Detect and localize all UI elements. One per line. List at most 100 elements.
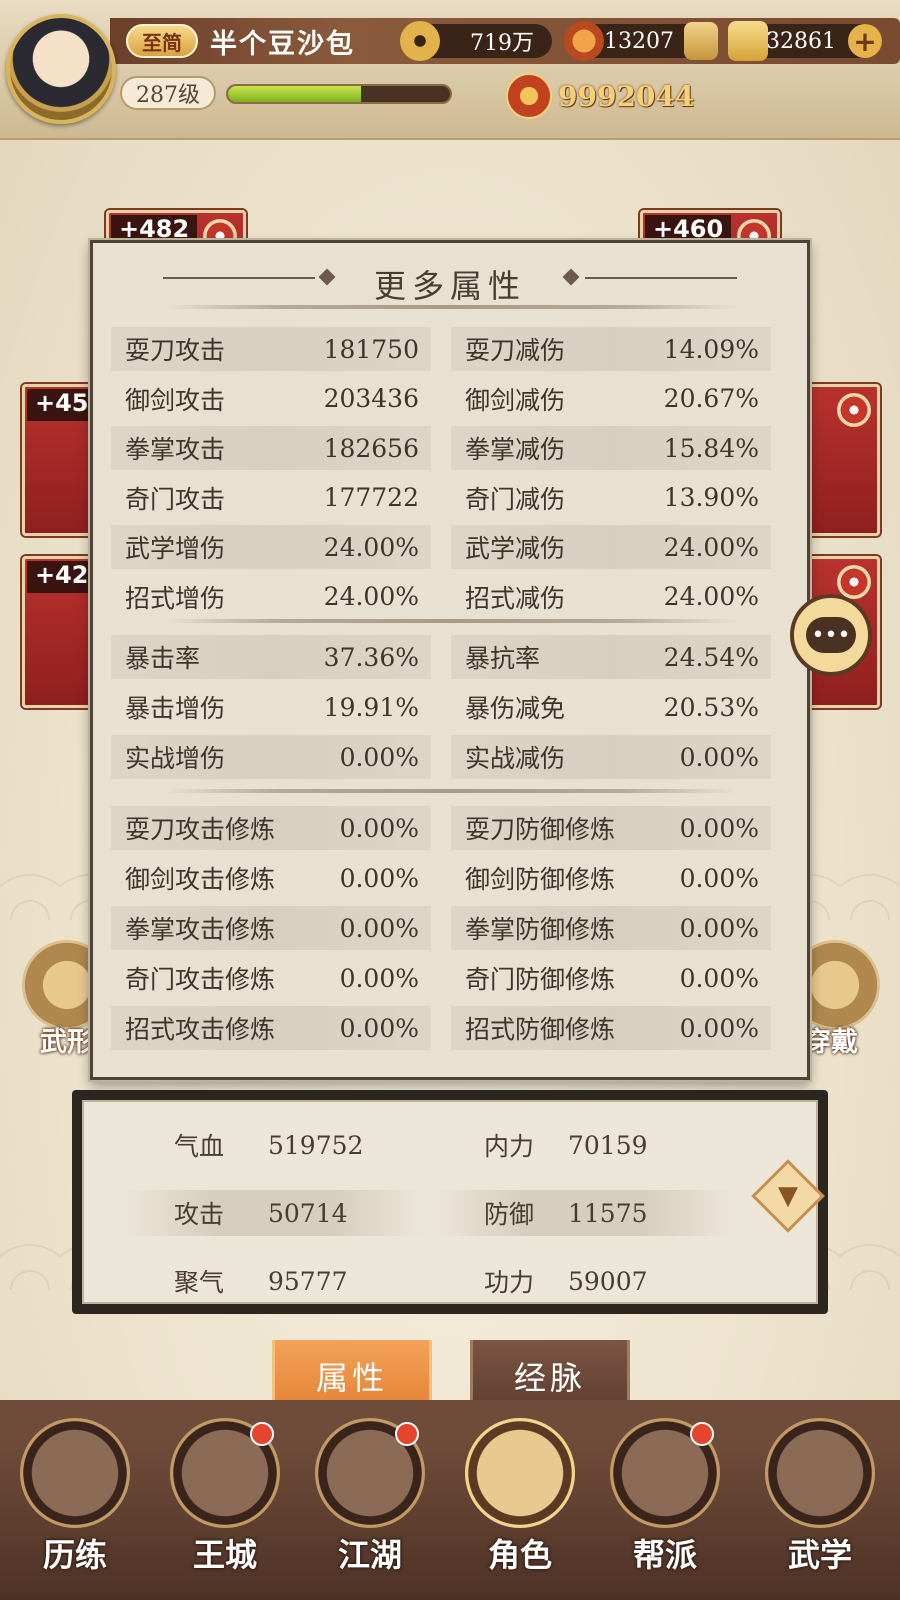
attribute-row: 招式减伤 24.00% (451, 575, 771, 619)
notification-dot (395, 1422, 419, 1446)
coins-counter[interactable]: 719万 (400, 21, 552, 61)
attribute-row: 暴抗率 24.54% (451, 635, 771, 679)
chevron-down-icon: ▼ (778, 1181, 798, 1211)
attribute-row: 御剑防御修炼 0.00% (451, 856, 771, 900)
attribute-value: 0.00% (339, 1013, 419, 1043)
chat-button[interactable]: ••• (790, 594, 872, 676)
attribute-value: 24.54% (663, 642, 759, 672)
stat-label: 攻击 (174, 1200, 225, 1229)
attribute-value: 24.00% (323, 582, 419, 611)
character-icon (465, 1418, 575, 1528)
stat-label: 气血 (174, 1132, 225, 1161)
attribute-value: 203436 (323, 384, 419, 413)
attribute-label: 奇门攻击 (125, 484, 226, 514)
attribute-label: 拳掌减伤 (465, 435, 566, 464)
stat-label: 功力 (484, 1268, 535, 1297)
attribute-row: 暴击率 37.36% (111, 635, 431, 679)
divider (163, 619, 737, 623)
attribute-label: 武学减伤 (465, 534, 566, 563)
attribute-label: 实战减伤 (465, 744, 566, 773)
nav-label: 王城 (192, 1536, 257, 1574)
player-avatar[interactable] (6, 14, 116, 124)
attribute-row: 武学减伤 24.00% (451, 525, 771, 569)
add-gold-button[interactable]: + (848, 24, 882, 58)
stat-label: 防御 (484, 1200, 535, 1229)
notification-dot (250, 1422, 274, 1446)
xp-bar (226, 84, 452, 104)
gold-counter[interactable]: 32861 + (728, 21, 882, 61)
stat-mp: 内力 70159 (434, 1122, 734, 1168)
nav-character[interactable]: 角色 (455, 1418, 585, 1598)
gold-ingot-icon (728, 21, 768, 61)
attribute-row: 奇门攻击修炼 0.00% (111, 956, 431, 1000)
top-bar: 至简 半个豆沙包 719万 113207 32861 + 287级 999204… (0, 0, 900, 140)
attribute-row: 耍刀攻击 181750 (111, 327, 431, 371)
xp-fill (228, 86, 362, 102)
attribute-label: 奇门攻击修炼 (125, 965, 276, 994)
attribute-row: 御剑减伤 20.67% (451, 377, 771, 421)
vip-badge[interactable]: 至简 (126, 24, 198, 58)
notification-dot (690, 1422, 714, 1446)
divider (163, 789, 737, 793)
attribute-value: 0.00% (679, 963, 759, 993)
attribute-value: 0.00% (339, 742, 419, 772)
attribute-label: 耍刀减伤 (465, 336, 566, 365)
nav-martial[interactable]: 武学 (755, 1418, 885, 1598)
basic-stats-panel: 气血 519752 内力 70159 攻击 50714 防御 11575 聚气 … (72, 1090, 828, 1314)
attribute-row: 武学增伤 24.00% (111, 525, 431, 569)
nav-guild[interactable]: 帮派 (600, 1418, 730, 1598)
stat-value: 50714 (268, 1198, 348, 1228)
attribute-label: 招式攻击修炼 (125, 1015, 276, 1044)
stat-hp: 气血 519752 (124, 1122, 424, 1168)
attribute-label: 耍刀防御修炼 (465, 815, 616, 844)
attribute-value: 181750 (323, 334, 419, 364)
attribute-value: 13.90% (663, 483, 759, 512)
leaves-counter[interactable]: 113207 (564, 21, 718, 61)
nav-jianghu[interactable]: 江湖 (305, 1418, 435, 1598)
player-name: 半个豆沙包 (210, 29, 355, 60)
attribute-row: 招式防御修炼 0.00% (451, 1006, 771, 1050)
nav-city[interactable]: 王城 (160, 1418, 290, 1598)
popup-title: 更多属性 (373, 267, 526, 305)
combat-power: 9992044 (506, 73, 694, 119)
attribute-row: 拳掌攻击修炼 0.00% (111, 906, 431, 950)
attribute-label: 武学增伤 (125, 534, 226, 563)
stat-label: 内力 (484, 1132, 535, 1161)
attribute-label: 御剑减伤 (465, 385, 566, 415)
attribute-label: 暴抗率 (465, 644, 541, 673)
attribute-row: 暴伤减免 20.53% (451, 685, 771, 729)
attribute-label: 耍刀攻击 (125, 336, 226, 365)
attribute-value: 0.00% (339, 913, 419, 943)
attribute-row: 耍刀防御修炼 0.00% (451, 806, 771, 850)
attribute-value: 0.00% (679, 913, 759, 943)
nav-training[interactable]: 历练 (10, 1418, 140, 1598)
attribute-row: 拳掌攻击 182656 (111, 426, 431, 470)
attribute-value: 0.00% (679, 863, 759, 893)
attribute-row: 御剑攻击修炼 0.00% (111, 856, 431, 900)
attribute-value: 20.67% (663, 384, 759, 413)
attribute-row: 实战增伤 0.00% (111, 735, 431, 779)
attribute-row: 奇门减伤 13.90% (451, 476, 771, 520)
attribute-row: 招式攻击修炼 0.00% (111, 1006, 431, 1050)
attribute-row: 奇门防御修炼 0.00% (451, 956, 771, 1000)
attribute-value: 0.00% (339, 963, 419, 993)
sword-emblem-icon (506, 73, 552, 119)
attribute-label: 御剑攻击修炼 (125, 865, 276, 894)
attribute-label: 御剑攻击 (125, 385, 226, 415)
coins-value: 719万 (470, 31, 534, 56)
nav-label: 帮派 (632, 1536, 697, 1574)
training-icon (20, 1418, 130, 1528)
stat-value: 95777 (268, 1266, 348, 1296)
stat-power: 功力 59007 (434, 1258, 734, 1304)
attribute-value: 0.00% (339, 813, 419, 843)
attribute-label: 暴击增伤 (125, 694, 226, 723)
attribute-row: 耍刀减伤 14.09% (451, 327, 771, 371)
attribute-value: 24.00% (323, 532, 419, 562)
attribute-value: 0.00% (679, 813, 759, 843)
attribute-row: 奇门攻击 177722 (111, 476, 431, 520)
attribute-value: 0.00% (679, 742, 759, 772)
nav-label: 武学 (787, 1536, 852, 1574)
attribute-label: 奇门减伤 (465, 484, 566, 514)
attribute-label: 御剑防御修炼 (465, 865, 616, 894)
gem-icon (837, 393, 871, 427)
